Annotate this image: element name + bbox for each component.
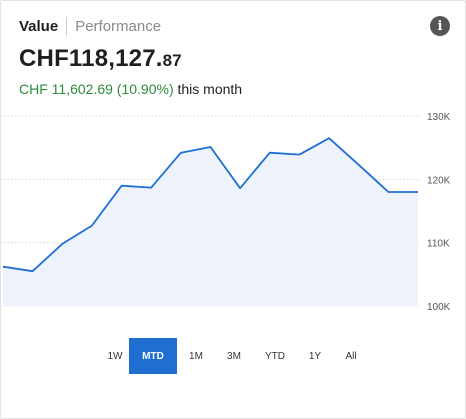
- range-button-mtd[interactable]: MTD: [129, 338, 177, 374]
- y-tick-label: 120K: [427, 175, 451, 186]
- info-icon[interactable]: i: [430, 16, 450, 36]
- view-tabs: Value Performance: [19, 17, 161, 36]
- y-tick-label: 110K: [427, 239, 450, 250]
- range-button-1w[interactable]: 1W: [101, 338, 129, 374]
- range-button-3m[interactable]: 3M: [215, 338, 253, 374]
- range-button-1m[interactable]: 1M: [177, 338, 215, 374]
- tab-performance[interactable]: Performance: [75, 18, 161, 35]
- time-range-selector: 1W MTD 1M 3M YTD 1Y All: [101, 338, 369, 374]
- tab-value[interactable]: Value: [19, 18, 58, 35]
- range-button-all[interactable]: All: [333, 338, 369, 374]
- change-amount: CHF 11,602.69 (10.90%): [19, 81, 174, 97]
- value-chart: 130K 120K 110K 100K: [1, 112, 451, 313]
- portfolio-value-main: CHF118,127.: [19, 45, 163, 72]
- portfolio-value: CHF118,127. 87: [19, 45, 182, 73]
- range-button-1y[interactable]: 1Y: [297, 338, 333, 374]
- change-period: this month: [177, 81, 243, 97]
- y-tick-label: 100K: [427, 302, 451, 313]
- chart-area: [3, 138, 418, 306]
- tab-divider: [66, 17, 68, 36]
- portfolio-value-cents: 87: [162, 51, 182, 70]
- portfolio-card: Value Performance i CHF118,127. 87 CHF 1…: [0, 0, 466, 419]
- monthly-change: CHF 11,602.69 (10.90%) this month: [19, 81, 242, 97]
- y-tick-label: 130K: [427, 112, 451, 123]
- range-button-ytd[interactable]: YTD: [253, 338, 297, 374]
